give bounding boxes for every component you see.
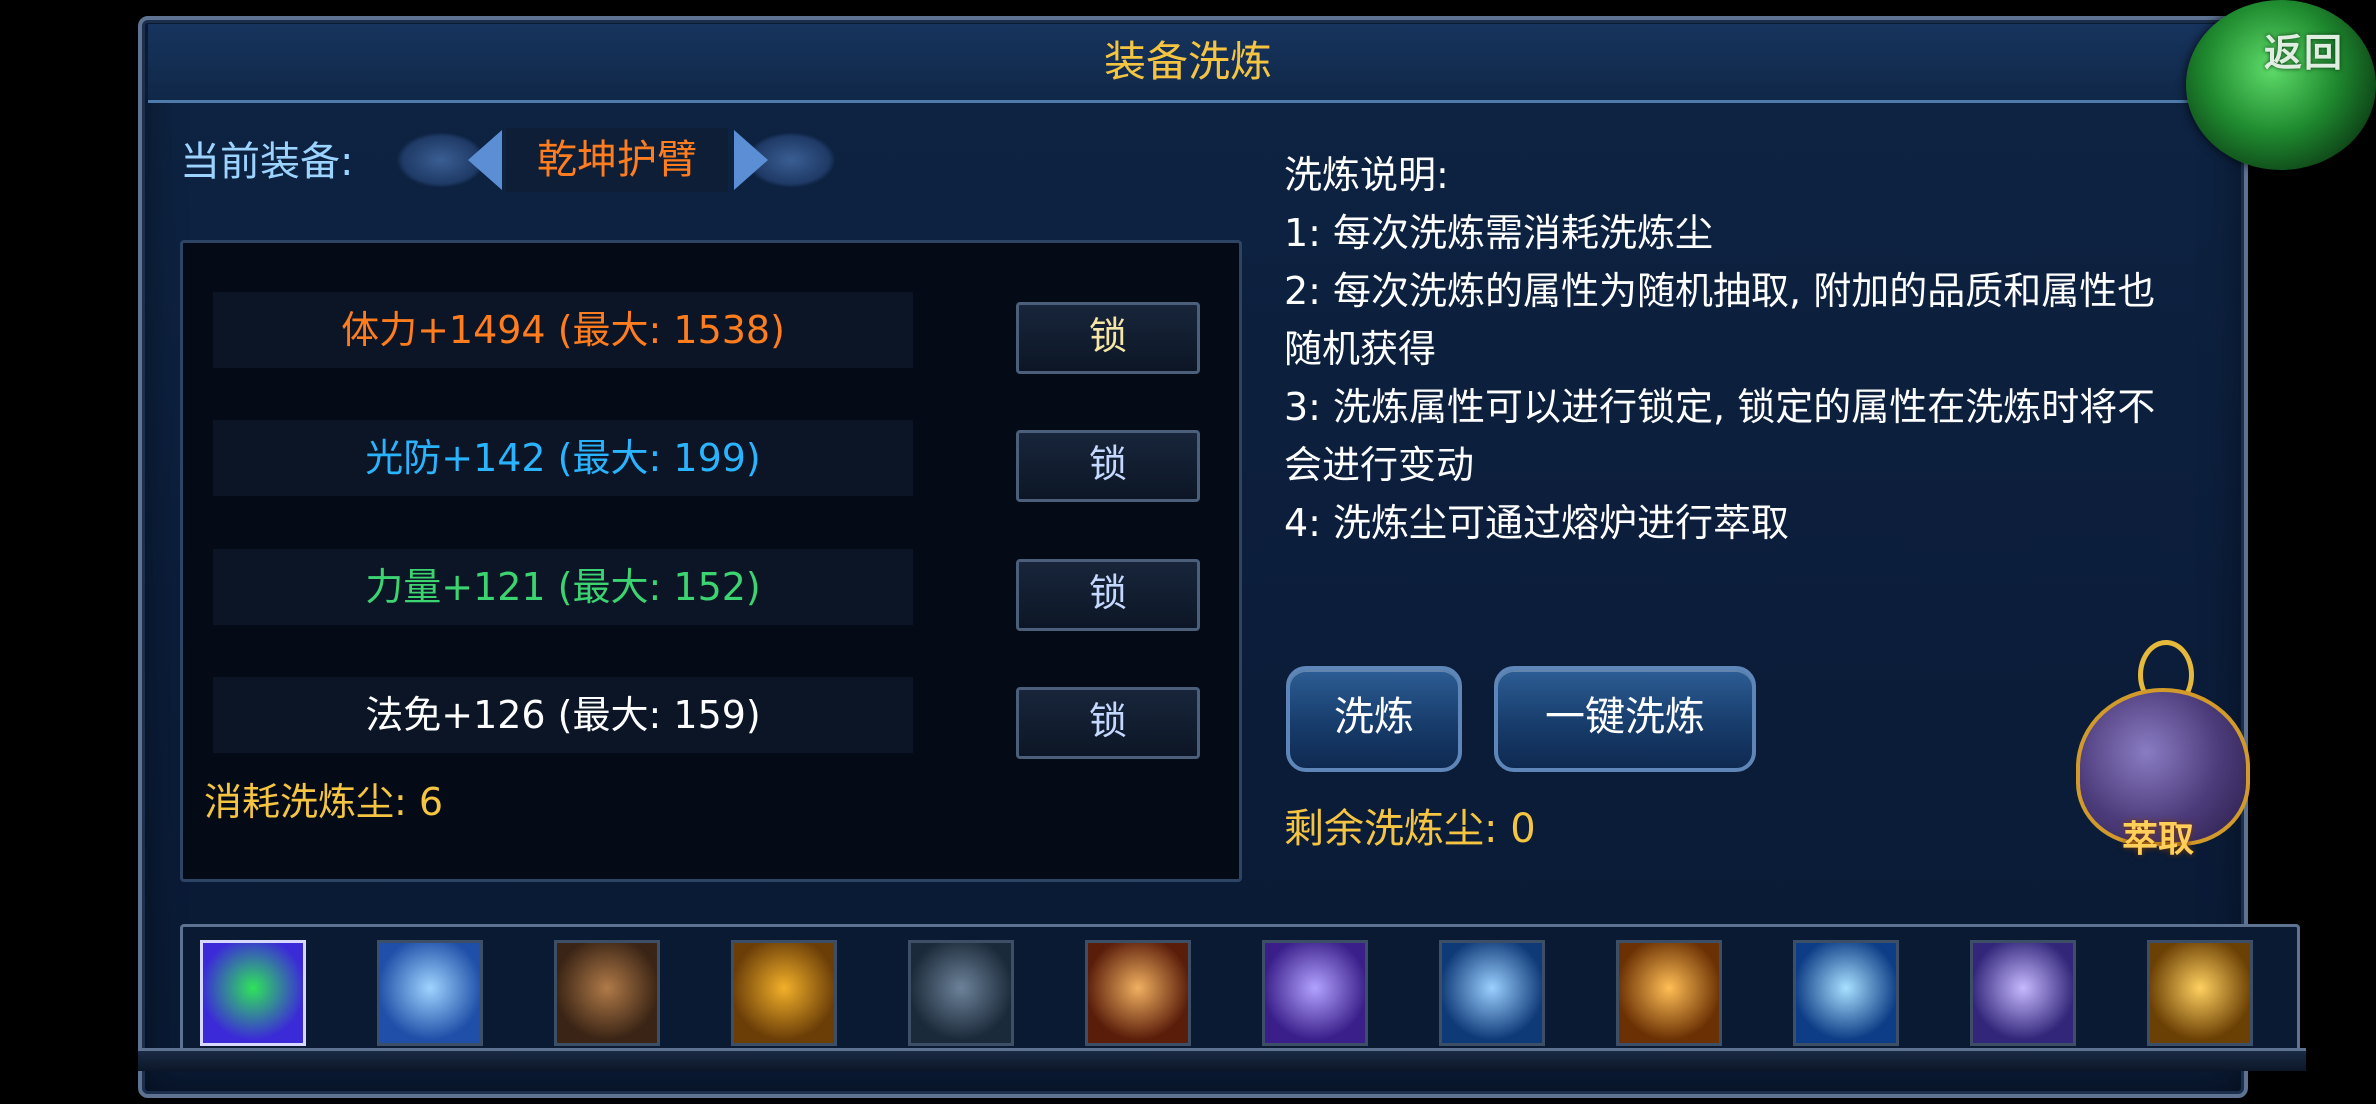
current-equip-label: 当前装备: <box>180 139 354 185</box>
flame-slash-icon[interactable] <box>1085 940 1191 1046</box>
lightning-icon[interactable] <box>377 940 483 1046</box>
attribute-text: 法免+126 (最大: 159) <box>365 693 761 737</box>
attribute-text: 光防+142 (最大: 199) <box>365 436 761 480</box>
description: 洗炼说明: 1: 每次洗炼需消耗洗炼尘 2: 每次洗炼的属性为随机抽取, 附加的… <box>1284 146 2274 552</box>
jade-sword-icon[interactable] <box>200 940 306 1046</box>
description-line: 2: 每次洗炼的属性为随机抽取, 附加的品质和属性也 <box>1284 269 2156 313</box>
armor-icon[interactable] <box>554 940 660 1046</box>
prev-equip-arrow-icon[interactable] <box>468 130 502 190</box>
strike-icon[interactable] <box>1970 940 2076 1046</box>
attribute-row-magic-immunity: 法免+126 (最大: 159) <box>213 677 913 753</box>
ice-figure-icon[interactable] <box>1793 940 1899 1046</box>
description-line: 4: 洗炼尘可通过熔炉进行萃取 <box>1284 501 1790 545</box>
lock-button-stamina[interactable]: 锁 <box>1016 302 1200 374</box>
golden-figure-icon[interactable] <box>1616 940 1722 1046</box>
description-line: 随机获得 <box>1284 327 1437 371</box>
attribute-text: 体力+1494 (最大: 1538) <box>341 308 785 352</box>
lock-button-magic-immunity[interactable]: 锁 <box>1016 687 1200 759</box>
page-title: 装备洗炼 <box>1103 37 1272 86</box>
bottom-rim <box>138 1048 2306 1071</box>
blade-icon[interactable] <box>1262 940 1368 1046</box>
cost-label: 消耗洗炼尘: 6 <box>204 780 444 824</box>
description-line: 会进行变动 <box>1284 443 1475 487</box>
return-button[interactable]: 返回 <box>2186 0 2376 170</box>
crescent-icon[interactable] <box>1439 940 1545 1046</box>
equip-name: 乾坤护臂 <box>506 128 728 192</box>
description-heading: 洗炼说明: <box>1284 153 1449 197</box>
attribute-row-strength: 力量+121 (最大: 152) <box>213 549 913 625</box>
lock-button-strength[interactable]: 锁 <box>1016 559 1200 631</box>
shield-icon[interactable] <box>731 940 837 1046</box>
meditate-icon[interactable] <box>2147 940 2253 1046</box>
extract-label: 萃取 <box>2122 819 2195 860</box>
attribute-row-stamina: 体力+1494 (最大: 1538) <box>213 292 913 368</box>
description-line: 3: 洗炼属性可以进行锁定, 锁定的属性在洗炼时将不 <box>1284 385 2156 429</box>
lock-button-light-defense[interactable]: 锁 <box>1016 430 1200 502</box>
attribute-row-light-defense: 光防+142 (最大: 199) <box>213 420 913 496</box>
return-label: 返回 <box>2264 31 2345 75</box>
silhouette-icon[interactable] <box>908 940 1014 1046</box>
description-line: 1: 每次洗炼需消耗洗炼尘 <box>1284 211 1714 255</box>
remaining-dust-label: 剩余洗炼尘: 0 <box>1284 806 1536 852</box>
wash-button[interactable]: 洗炼 <box>1286 666 1462 772</box>
next-equip-arrow-icon[interactable] <box>734 130 768 190</box>
extract-cauldron-button[interactable]: 萃取 <box>2040 640 2280 860</box>
attribute-text: 力量+121 (最大: 152) <box>365 565 761 609</box>
wash-all-button[interactable]: 一键洗炼 <box>1494 666 1756 772</box>
